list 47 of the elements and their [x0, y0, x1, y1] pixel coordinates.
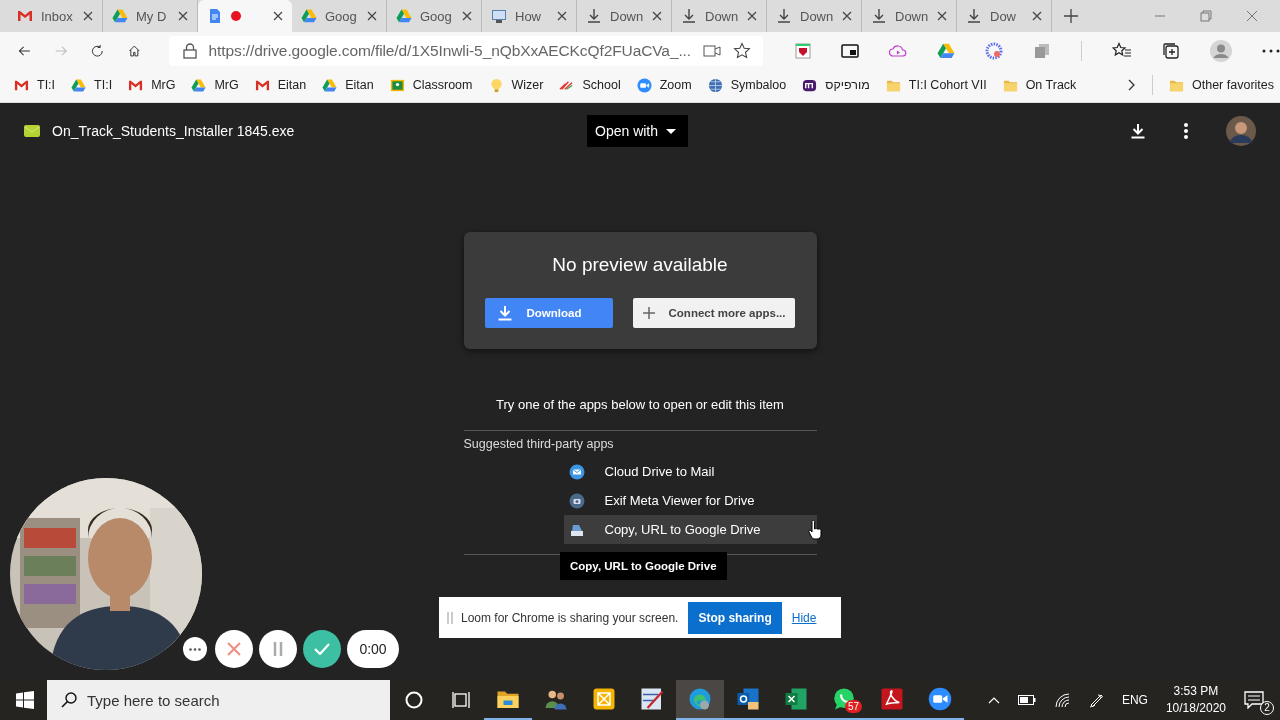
- bookmark-link[interactable]: Other favorites: [1169, 77, 1274, 93]
- tab-title: Inbox: [41, 8, 74, 24]
- tooltip: Copy, URL to Google Drive: [560, 552, 727, 580]
- bookmark-link[interactable]: MrG: [128, 77, 176, 93]
- app-item[interactable]: Cloud Drive to Mail: [563, 457, 817, 486]
- stop-sharing-button[interactable]: Stop sharing: [688, 601, 782, 634]
- file-name: On_Track_Students_Installer 1845.exe: [52, 123, 295, 139]
- hide-link[interactable]: Hide: [791, 610, 817, 625]
- bookmark-link[interactable]: Zoom: [636, 77, 692, 93]
- connect-apps-button[interactable]: Connect more apps...: [632, 298, 796, 328]
- bookmark-link[interactable]: Symbaloo: [707, 77, 787, 93]
- tab-title: Dow: [990, 8, 1017, 24]
- section-heading: Suggested third-party apps: [463, 437, 615, 451]
- clock[interactable]: 3:53 PM 10/18/2020: [1165, 683, 1226, 717]
- tab-title: How: [515, 8, 542, 24]
- tab-title: Down: [800, 8, 834, 24]
- bookmark-link[interactable]: מורפיקס: [802, 77, 870, 93]
- bookmark-link[interactable]: TI:I: [71, 77, 113, 93]
- taskbar-app[interactable]: 57: [820, 680, 868, 720]
- app-item[interactable]: Exif Meta Viewer for Drive: [563, 486, 817, 515]
- tab-title: Goog: [325, 8, 358, 24]
- tab-title: Down: [610, 8, 644, 24]
- bookmark-link[interactable]: TI:I: [14, 77, 56, 93]
- language-indicator[interactable]: ENG: [1121, 693, 1148, 707]
- tab-title: Goog: [420, 8, 453, 24]
- url-text: https://drive.google.com/file/d/1X5Inwli-5_nQbXxAECKcQf2FUaCVa_...: [208, 42, 691, 60]
- notification-badge: 57: [845, 700, 863, 713]
- hint-text: Try one of the apps below to open or edit this item: [496, 397, 784, 412]
- app-item[interactable]: Copy, URL to Google Drive: [563, 515, 817, 544]
- timer: 0:00: [347, 630, 399, 668]
- bookmark-link[interactable]: MrG: [191, 77, 239, 93]
- download-button[interactable]: Download: [484, 298, 613, 328]
- bookmark-link[interactable]: Classroom: [389, 77, 473, 93]
- tab-title: Down: [895, 8, 929, 24]
- address-bar[interactable]: https://drive.google.com/file/d/1X5Inwli-5_nQbXxAECKcQf2FUaCVa_...: [168, 36, 763, 66]
- bookmark-link[interactable]: Eitan: [322, 77, 374, 93]
- dialog-title: No preview available: [552, 254, 728, 276]
- bookmark-link[interactable]: Eitan: [254, 77, 307, 93]
- tab-title: Down: [705, 8, 739, 24]
- bookmark-link[interactable]: Wizer: [488, 77, 544, 93]
- bookmark-link[interactable]: School: [559, 77, 621, 93]
- bookmark-link[interactable]: TI:I Cohort VII: [885, 77, 987, 93]
- sharing-message: Loom for Chrome is sharing your screen.: [461, 610, 679, 625]
- tab-title: My D: [136, 8, 168, 24]
- search-field[interactable]: Type here to search: [47, 680, 390, 720]
- bookmark-link[interactable]: On Track: [1002, 77, 1077, 93]
- open-with-button[interactable]: Open with: [587, 115, 689, 147]
